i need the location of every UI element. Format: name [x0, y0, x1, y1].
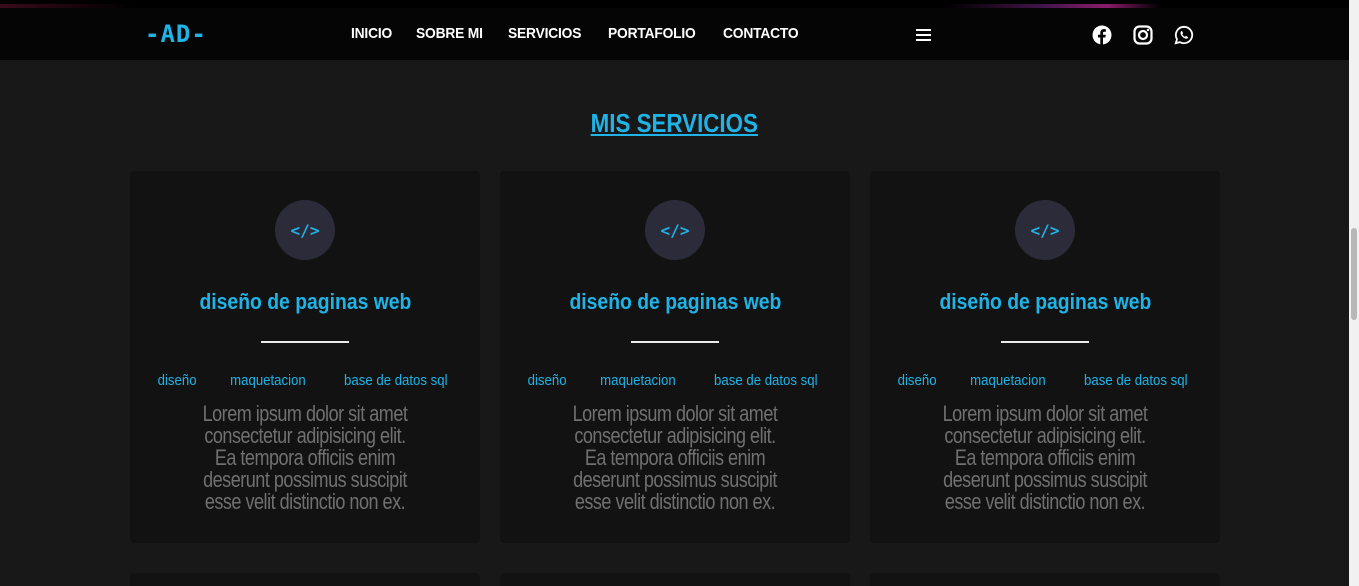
- card-tag: diseño: [157, 372, 197, 389]
- page-scrollbar[interactable]: [1349, 0, 1359, 586]
- whatsapp-icon[interactable]: [1174, 25, 1194, 45]
- section-title-text: MIS SERVICIOS: [590, 108, 759, 138]
- card-divider: [261, 341, 349, 343]
- card-divider: [1001, 341, 1089, 343]
- service-card-next-row: [870, 573, 1220, 586]
- service-card-next-row: [500, 573, 850, 586]
- code-icon: </>: [275, 200, 335, 260]
- instagram-icon[interactable]: [1133, 25, 1153, 45]
- card-tags: diseño maquetacion base de datos sql: [500, 372, 850, 389]
- card-tag: base de datos sql: [1084, 372, 1188, 389]
- menu-item-portafolio[interactable]: PORTAFOLIO: [608, 25, 696, 42]
- social-links: [1092, 25, 1194, 45]
- menu-item-sobre-mi[interactable]: SOBRE MI: [416, 25, 483, 42]
- service-card: </> diseño de paginas web diseño maqueta…: [500, 171, 850, 543]
- main-menu: INICIO SOBRE MI SERVICIOS PORTAFOLIO CON…: [351, 25, 805, 42]
- card-tag: diseño: [527, 372, 567, 389]
- card-tag: maquetacion: [970, 372, 1047, 389]
- card-divider: [631, 341, 719, 343]
- site-logo[interactable]: -AD-: [145, 20, 207, 48]
- scrollbar-thumb[interactable]: [1351, 228, 1357, 320]
- card-tags: diseño maquetacion base de datos sql: [870, 372, 1220, 389]
- card-description: Lorem ipsum dolor sit amet consectetur a…: [202, 401, 408, 514]
- facebook-icon[interactable]: [1092, 25, 1112, 45]
- card-tags: diseño maquetacion base de datos sql: [130, 372, 480, 389]
- menu-item-contacto[interactable]: CONTACTO: [723, 25, 799, 42]
- card-tag: maquetacion: [600, 372, 677, 389]
- card-description: Lorem ipsum dolor sit amet consectetur a…: [572, 401, 778, 514]
- hamburger-menu-icon[interactable]: [916, 29, 931, 44]
- section-title: MIS SERVICIOS: [0, 108, 1349, 139]
- card-title: diseño de paginas web: [939, 289, 1151, 314]
- menu-item-inicio[interactable]: INICIO: [351, 25, 392, 42]
- card-tag: maquetacion: [230, 372, 307, 389]
- code-icon: </>: [645, 200, 705, 260]
- card-title: diseño de paginas web: [569, 289, 781, 314]
- service-card: </> diseño de paginas web diseño maqueta…: [870, 171, 1220, 543]
- code-icon: </>: [1015, 200, 1075, 260]
- menu-item-servicios[interactable]: SERVICIOS: [508, 25, 581, 42]
- card-tag: base de datos sql: [714, 372, 818, 389]
- card-description: Lorem ipsum dolor sit amet consectetur a…: [942, 401, 1148, 514]
- card-tag: base de datos sql: [344, 372, 448, 389]
- top-navbar: -AD- INICIO SOBRE MI SERVICIOS PORTAFOLI…: [0, 0, 1349, 60]
- service-card-next-row: [130, 573, 480, 586]
- service-card: </> diseño de paginas web diseño maqueta…: [130, 171, 480, 543]
- card-title: diseño de paginas web: [199, 289, 411, 314]
- navbar-glow-strip: [0, 4, 1349, 8]
- card-tag: diseño: [897, 372, 937, 389]
